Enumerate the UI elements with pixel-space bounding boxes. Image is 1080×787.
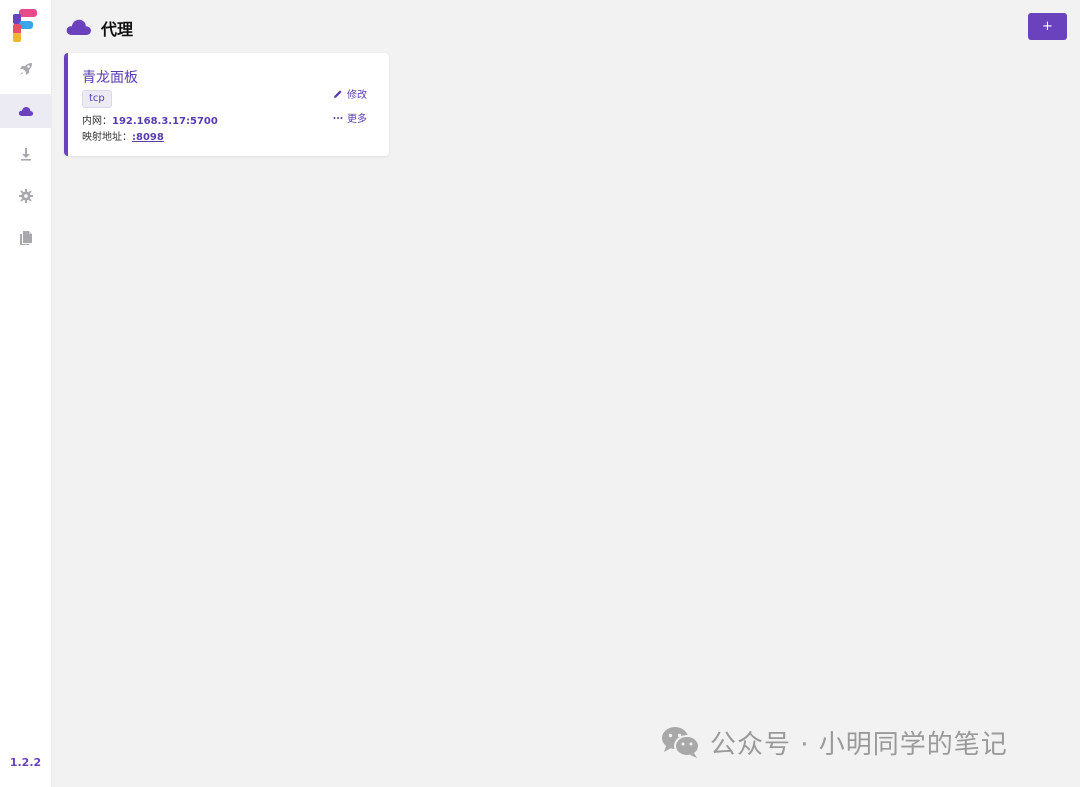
remote-address-link[interactable]: :8098 bbox=[132, 132, 164, 143]
app-logo-icon[interactable] bbox=[13, 9, 39, 43]
watermark: 公众号 · 小明同学的笔记 bbox=[660, 722, 1008, 762]
documents-icon bbox=[19, 231, 32, 245]
proxy-name: 青龙面板 bbox=[82, 70, 138, 86]
proxy-local-address: 内网：192.168.3.17:5700 bbox=[82, 112, 218, 127]
local-address-value: 192.168.3.17:5700 bbox=[112, 116, 218, 127]
download-icon bbox=[20, 148, 31, 161]
gear-icon bbox=[18, 189, 33, 203]
ellipsis-icon bbox=[333, 116, 343, 119]
proxy-remote-address: 映射地址：:8098 bbox=[82, 128, 164, 143]
cloud-icon bbox=[66, 19, 91, 35]
rocket-icon bbox=[19, 63, 32, 75]
add-proxy-button[interactable]: + bbox=[1028, 13, 1067, 40]
sidebar: 1.2.2 bbox=[0, 0, 52, 787]
more-actions-label: 更多 bbox=[347, 114, 367, 125]
app-version: 1.2.2 bbox=[9, 756, 42, 769]
remote-address-label: 映射地址： bbox=[82, 132, 132, 143]
proxy-type-badge: tcp bbox=[82, 90, 112, 108]
cloud-icon bbox=[18, 107, 33, 116]
sidebar-item-proxy[interactable] bbox=[0, 94, 51, 128]
more-actions-button[interactable]: 更多 bbox=[333, 110, 367, 125]
pencil-icon bbox=[334, 89, 342, 98]
page-title: 代理 bbox=[101, 20, 134, 39]
sidebar-item-documents[interactable] bbox=[0, 221, 51, 255]
local-address-label: 内网： bbox=[82, 116, 112, 127]
sidebar-item-download[interactable] bbox=[0, 137, 51, 171]
sidebar-item-settings[interactable] bbox=[0, 179, 51, 213]
wechat-icon bbox=[662, 727, 700, 758]
sidebar-item-rocket[interactable] bbox=[0, 52, 51, 86]
edit-proxy-label: 修改 bbox=[347, 90, 367, 101]
proxy-card: 青龙面板 tcp 内网：192.168.3.17:5700 映射地址：:8098… bbox=[64, 53, 389, 156]
edit-proxy-button[interactable]: 修改 bbox=[333, 86, 367, 101]
watermark-text: 公众号 · 小明同学的笔记 bbox=[710, 729, 1008, 760]
